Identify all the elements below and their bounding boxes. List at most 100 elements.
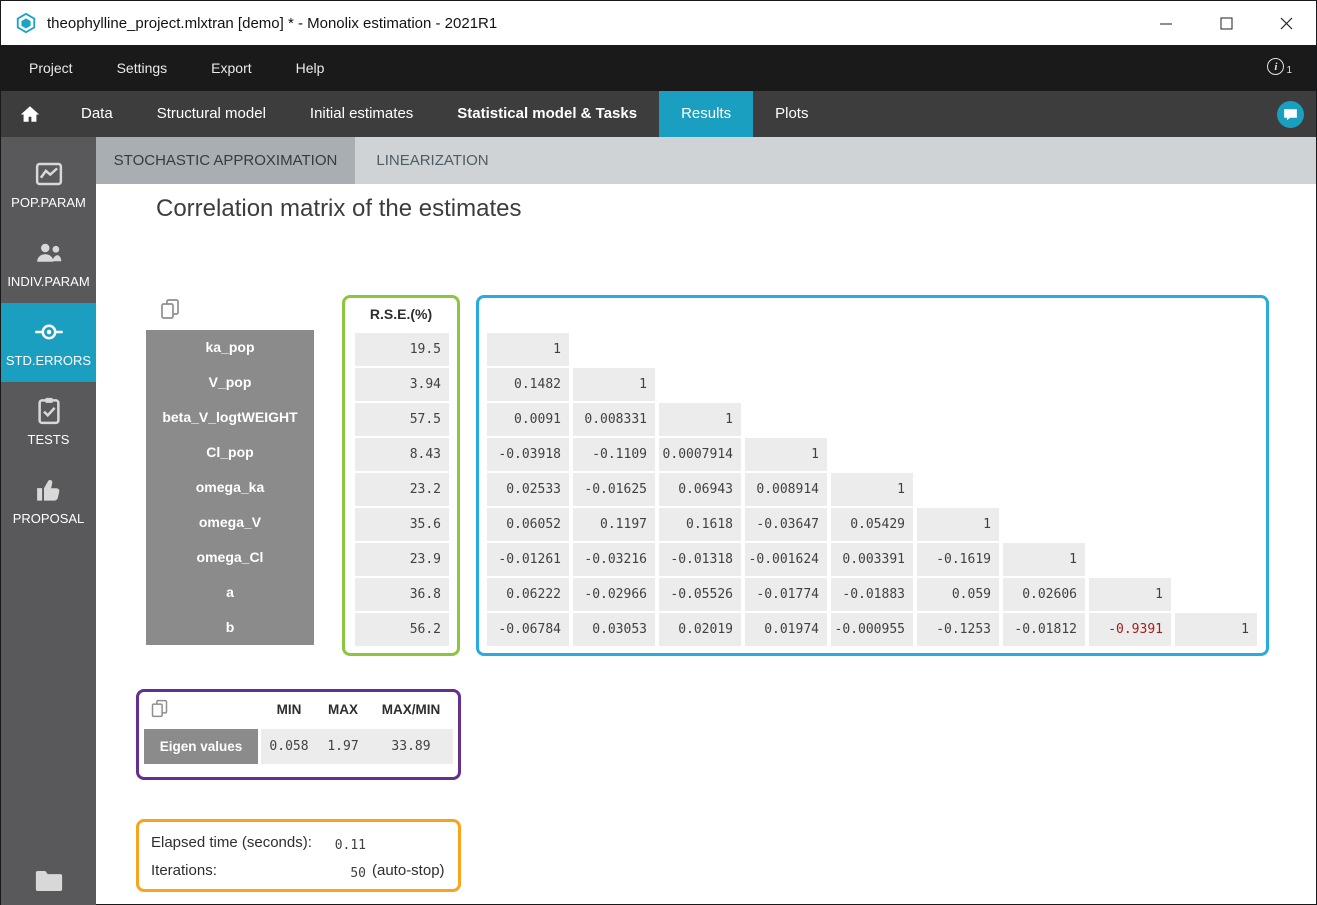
matrix-row: -0.01261 -0.03216 -0.01318 -0.001624 0.00339… — [487, 543, 1261, 578]
rse-header: R.S.E.(%) — [369, 306, 433, 322]
matrix-cell: 1 — [487, 333, 569, 366]
rse-values: 19.5 3.94 57.5 8.43 23.2 35.6 23.9 36.8 56.2 — [355, 333, 449, 648]
matrix-cell: -0.01774 — [745, 578, 827, 611]
folder-icon — [35, 871, 62, 891]
matrix-cell: 1 — [659, 403, 741, 436]
sidebar-item-tests[interactable]: TESTS — [1, 382, 96, 461]
matrix-cell: -0.03216 — [573, 543, 655, 576]
param-label: V_pop — [208, 374, 252, 390]
timing-panel: Elapsed time (seconds): 0.11 Iterations:… — [136, 819, 461, 892]
sidebar-label: PROPOSAL — [12, 511, 85, 526]
correlation-matrix-panel: 1 0.1482 1 0.0091 0.008331 1 -0.03918 -0.1109 0.… — [476, 295, 1269, 656]
matrix-cell: 1 — [1089, 578, 1171, 611]
subtab-stochastic-approximation[interactable]: STOCHASTIC APPROXIMATION — [96, 137, 355, 184]
minimize-button[interactable] — [1136, 1, 1196, 45]
matrix-cell: -0.01318 — [659, 543, 741, 576]
matrix-cell: 0.008914 — [745, 473, 827, 506]
param-label: beta_V_logtWEIGHT — [162, 409, 298, 425]
matrix-cell: 0.02533 — [487, 473, 569, 506]
matrix-cell: 0.1482 — [487, 368, 569, 401]
sidebar-label: STD.ERRORS — [5, 353, 92, 368]
sidebar-item-std-errors[interactable]: STD.ERRORS — [1, 303, 96, 382]
matrix-cell: -0.1109 — [573, 438, 655, 471]
notifications-button[interactable]: i 1 — [1267, 58, 1292, 76]
matrix-cell: -0.02966 — [573, 578, 655, 611]
chart-icon — [35, 162, 62, 186]
maximize-icon — [1220, 17, 1232, 29]
menu-export[interactable]: Export — [211, 60, 251, 76]
title-bar: theophylline_project.mlxtran [demo] * - … — [1, 1, 1316, 45]
matrix-cell: 0.0091 — [487, 403, 569, 436]
tab-statistical-model-tasks[interactable]: Statistical model & Tasks — [435, 91, 659, 137]
matrix-cell: 0.02019 — [659, 613, 741, 646]
elapsed-time-label: Elapsed time (seconds): — [151, 834, 312, 851]
eigen-min-value: 0.058 — [269, 739, 309, 754]
elapsed-time-value: 0.11 — [334, 838, 366, 853]
matrix-cell: -0.1253 — [917, 613, 999, 646]
people-icon — [36, 243, 61, 262]
sidebar-item-pop-param[interactable]: POP.PARAM — [1, 145, 96, 224]
chat-bubble-icon — [1284, 109, 1297, 121]
sidebar-label: INDIV.PARAM — [7, 274, 90, 289]
subtab-linearization[interactable]: LINEARIZATION — [355, 137, 510, 184]
sidebar: POP.PARAM INDIV.PARAM STD.ERRORS TESTS P… — [1, 137, 96, 905]
iterations-label: Iterations: — [151, 862, 217, 879]
menu-bar: Project Settings Export Help i 1 — [1, 45, 1316, 91]
clipboard-check-icon — [37, 397, 60, 425]
param-label: ka_pop — [205, 339, 255, 355]
tab-data[interactable]: Data — [59, 91, 135, 137]
minimize-icon — [1159, 23, 1172, 24]
eigen-panel: MIN MAX MAX/MIN Eigen values 0.058 1.97 … — [136, 689, 461, 780]
results-subtabs: STOCHASTIC APPROXIMATION LINEARIZATION — [96, 137, 1316, 184]
matrix-cell: 0.1197 — [573, 508, 655, 541]
menu-help[interactable]: Help — [296, 60, 325, 76]
monolix-logo-icon — [16, 12, 36, 34]
home-icon — [20, 106, 40, 122]
copy-eigen-button[interactable] — [149, 698, 170, 719]
rse-value: 36.8 — [355, 578, 449, 611]
param-labels: ka_pop V_pop beta_V_logtWEIGHT Cl_pop omega_… — [146, 330, 314, 645]
maximize-button[interactable] — [1196, 1, 1256, 45]
eigen-headers: MIN MAX MAX/MIN — [261, 702, 453, 717]
matrix-cell: 0.0007914 — [659, 438, 741, 471]
sidebar-label: POP.PARAM — [11, 195, 86, 210]
eigen-header-min: MIN — [276, 702, 302, 717]
sidebar-item-indiv-param[interactable]: INDIV.PARAM — [1, 224, 96, 303]
matrix-cell: 0.003391 — [831, 543, 913, 576]
matrix-cell: 0.02606 — [1003, 578, 1085, 611]
matrix-cell: -0.9391 — [1089, 613, 1171, 646]
matrix-cell: -0.06784 — [487, 613, 569, 646]
window-controls — [1136, 1, 1316, 45]
project-folder-button[interactable] — [1, 868, 96, 894]
matrix-row: -0.03918 -0.1109 0.0007914 1 — [487, 438, 1261, 473]
sidebar-item-proposal[interactable]: PROPOSAL — [1, 461, 96, 540]
copy-icon — [161, 299, 179, 319]
home-button[interactable] — [1, 91, 59, 137]
matrix-cell: -0.01883 — [831, 578, 913, 611]
rse-value: 35.6 — [355, 508, 449, 541]
menu-project[interactable]: Project — [29, 60, 73, 76]
close-button[interactable] — [1256, 1, 1316, 45]
matrix-cell: 0.06943 — [659, 473, 741, 506]
matrix-row: 1 — [487, 333, 1261, 368]
matrix-cell: -0.000955 — [831, 613, 913, 646]
matrix-cell: -0.05526 — [659, 578, 741, 611]
matrix-cell: -0.1619 — [917, 543, 999, 576]
param-label: omega_V — [198, 514, 262, 530]
eigen-max-value: 1.97 — [327, 739, 359, 754]
tab-initial-estimates[interactable]: Initial estimates — [288, 91, 435, 137]
param-label: a — [226, 584, 234, 600]
matrix-cell: -0.01625 — [573, 473, 655, 506]
tab-plots[interactable]: Plots — [753, 91, 830, 137]
eigen-header-maxmin: MAX/MIN — [381, 702, 441, 717]
copy-matrix-button[interactable] — [158, 297, 182, 321]
tab-structural-model[interactable]: Structural model — [135, 91, 288, 137]
thumbs-up-icon — [36, 480, 59, 501]
matrix-cell: 0.05429 — [831, 508, 913, 541]
menu-settings[interactable]: Settings — [117, 60, 168, 76]
tab-results[interactable]: Results — [659, 91, 754, 137]
matrix-cell: 1 — [573, 368, 655, 401]
matrix-grid: 1 0.1482 1 0.0091 0.008331 1 -0.03918 -0.1109 0.… — [487, 333, 1261, 648]
feedback-chat-button[interactable] — [1277, 101, 1304, 128]
matrix-row: 0.1482 1 — [487, 368, 1261, 403]
